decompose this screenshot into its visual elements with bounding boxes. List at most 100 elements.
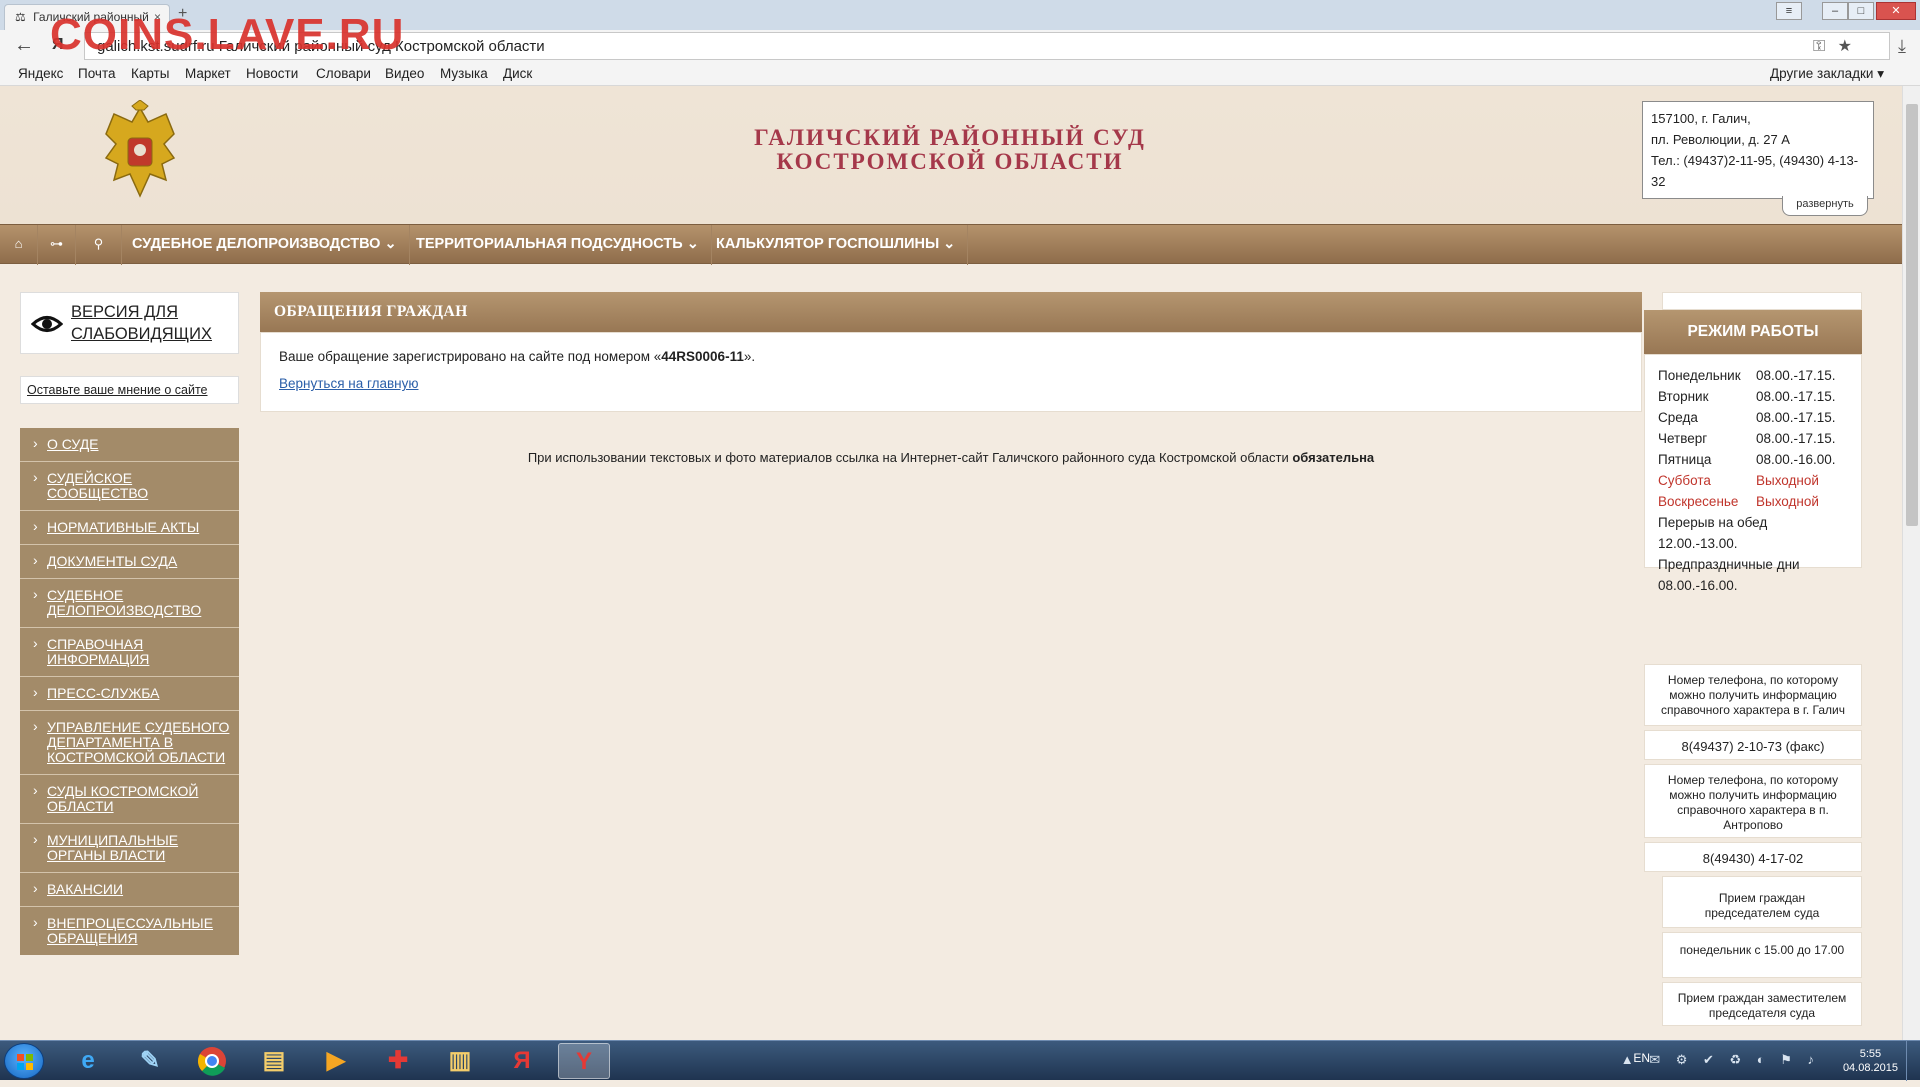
- schedule-hours: 08.00.-16.00.: [1756, 452, 1836, 467]
- sidebar-item-proceedings[interactable]: Судебное делопроизводство: [20, 578, 239, 627]
- schedule-hours: Выходной: [1756, 473, 1819, 488]
- preholiday-hours: 08.00.-16.00.: [1658, 578, 1738, 593]
- sidebar-item-municipal[interactable]: Муниципальные органы власти: [20, 823, 239, 872]
- system-clock[interactable]: 5:55 04.08.2015: [1843, 1047, 1898, 1075]
- watermark-text: COINS.LAVE.RU: [50, 10, 405, 59]
- copyright-bold: обязательна: [1292, 450, 1375, 465]
- sidebar-item-documents[interactable]: Документы суда: [20, 544, 239, 578]
- yandex-browser-icon[interactable]: Y: [558, 1043, 610, 1079]
- nav-court-proceedings[interactable]: СУДЕБНОЕ ДЕЛОПРОИЗВОДСТВО ⌄: [120, 225, 410, 265]
- star-bookmark-icon[interactable]: ★: [1838, 38, 1852, 55]
- bookmark-mail[interactable]: Почта: [78, 66, 116, 81]
- schedule-hours: 08.00.-17.15.: [1756, 410, 1836, 425]
- schedule-day: Пятница: [1658, 452, 1712, 467]
- phone-antropovo-label: Номер телефона, по которому можно получи…: [1644, 764, 1862, 838]
- bookmark-dictionaries[interactable]: Словари: [316, 66, 371, 81]
- clock-date: 04.08.2015: [1842, 1062, 1898, 1074]
- address-line1: 157100, г. Галич,: [1651, 111, 1751, 126]
- schedule-heading: РЕЖИМ РАБОТЫ: [1644, 310, 1862, 354]
- scrollbar-thumb[interactable]: [1906, 104, 1918, 526]
- schedule-day: Среда: [1658, 410, 1698, 425]
- bookmark-maps[interactable]: Карты: [131, 66, 169, 81]
- bookmark-disk[interactable]: Диск: [503, 66, 532, 81]
- schedule-row: Вторник 08.00.-17.15.: [1658, 386, 1861, 407]
- back-to-home-link[interactable]: Вернуться на главную: [279, 376, 1623, 391]
- reception-chairman: Прием граждан председателем суда: [1662, 876, 1862, 928]
- court-title-line2: КОСТРОМСКОЙ ОБЛАСТИ: [776, 149, 1124, 174]
- right-column-top: [1662, 292, 1862, 310]
- expand-address-button[interactable]: развернуть: [1782, 196, 1868, 216]
- schedule-row: Понедельник 08.00.-17.15.: [1658, 365, 1861, 386]
- nav-territorial-jurisdiction[interactable]: ТЕРРИТОРИАЛЬНАЯ ПОДСУДНОСТЬ ⌄: [404, 225, 712, 265]
- bookmark-yandex[interactable]: Яндекс: [18, 66, 63, 81]
- page-title: ОБРАЩЕНИЯ ГРАЖДАН: [260, 292, 1642, 332]
- sidebar-item-vacancies[interactable]: Вакансии: [20, 872, 239, 906]
- sidebar-item-regional-courts[interactable]: Суды Костромской области: [20, 774, 239, 823]
- sidebar-item-reference[interactable]: Справочная информация: [20, 627, 239, 676]
- bookmark-news[interactable]: Новости: [246, 66, 298, 81]
- search-icon[interactable]: ⚲: [76, 225, 122, 265]
- file-explorer-icon[interactable]: ▤: [248, 1043, 300, 1079]
- schedule-day: Суббота: [1658, 473, 1711, 488]
- other-bookmarks[interactable]: Другие закладки ▾: [1770, 66, 1884, 82]
- close-window-button[interactable]: ✕: [1876, 2, 1916, 20]
- schedule-hours: 08.00.-17.15.: [1756, 368, 1836, 383]
- media-player-icon[interactable]: ▶: [310, 1043, 362, 1079]
- sidebar-item-press[interactable]: Пресс-служба: [20, 676, 239, 710]
- minimize-button[interactable]: –: [1822, 2, 1848, 20]
- internet-explorer-icon[interactable]: e: [62, 1043, 114, 1079]
- nav-fee-calculator[interactable]: КАЛЬКУЛЯТОР ГОСПОШЛИНЫ ⌄: [704, 225, 969, 265]
- system-tray-icons[interactable]: ▲ ✉ ⚙ ✔ ♻ ◐ ⚑ ♪: [1621, 1052, 1820, 1068]
- web-page: ГАЛИЧСКИЙ РАЙОННЫЙ СУД КОСТРОМСКОЙ ОБЛАС…: [0, 86, 1902, 1040]
- lunch-label: Перерыв на обед: [1658, 515, 1768, 530]
- folder-icon[interactable]: ▥: [434, 1043, 486, 1079]
- schedule-day: Четверг: [1658, 431, 1708, 446]
- court-title-line1: ГАЛИЧСКИЙ РАЙОННЫЙ СУД: [754, 125, 1146, 150]
- app-red-icon[interactable]: ✚: [372, 1043, 424, 1079]
- schedule-row-dayoff: Воскресенье Выходной: [1658, 491, 1861, 512]
- browser-menu-button[interactable]: ≡: [1776, 2, 1802, 20]
- windows-logo-icon: [17, 1054, 33, 1070]
- paint-icon[interactable]: ✎: [124, 1043, 176, 1079]
- yandex-icon[interactable]: Я: [496, 1043, 548, 1079]
- page-scrollbar[interactable]: [1902, 86, 1920, 1040]
- schedule-hours: Выходной: [1756, 494, 1819, 509]
- sitemap-icon[interactable]: ⊶: [38, 225, 76, 265]
- low-vision-version-button[interactable]: ВЕРСИЯ ДЛЯ СЛАБОВИДЯЩИХ: [20, 292, 239, 354]
- gavel-icon: ⚖: [15, 10, 26, 24]
- main-navbar: ⌂ ⊶ ⚲ СУДЕБНОЕ ДЕЛОПРОИЗВОДСТВО ⌄ ТЕРРИТ…: [0, 224, 1902, 265]
- bookmark-video[interactable]: Видео: [385, 66, 424, 81]
- sidebar-item-about[interactable]: О суде: [20, 428, 239, 461]
- sidebar-item-laws[interactable]: Нормативные акты: [20, 510, 239, 544]
- sidebar-item-judges[interactable]: Судейское сообщество: [20, 461, 239, 510]
- reception-chairman-time: понедельник с 15.00 до 17.00: [1662, 932, 1862, 978]
- bookmarks-bar: Яндекс Почта Карты Маркет Новости Словар…: [0, 64, 1920, 86]
- court-title: ГАЛИЧСКИЙ РАЙОННЫЙ СУД КОСТРОМСКОЙ ОБЛАС…: [650, 126, 1250, 174]
- maximize-button[interactable]: □: [1848, 2, 1874, 20]
- bookmark-market[interactable]: Маркет: [185, 66, 231, 81]
- start-button[interactable]: [4, 1043, 44, 1079]
- show-desktop-button[interactable]: [1906, 1041, 1920, 1081]
- windows-taskbar: e ✎ ▤ ▶ ✚ ▥ Я Y EN ▲ ✉ ⚙ ✔ ♻ ◐ ⚑ ♪ 5:55 …: [0, 1040, 1920, 1081]
- coat-of-arms-icon: [104, 100, 176, 198]
- feedback-link[interactable]: Оставьте ваше мнение о сайте: [20, 376, 239, 404]
- copyright-text: При использовании текстовых и фото матер…: [527, 450, 1293, 465]
- lunch-hours: 12.00.-13.00.: [1658, 536, 1738, 551]
- home-icon[interactable]: ⌂: [0, 225, 38, 265]
- bookmark-music[interactable]: Музыка: [440, 66, 488, 81]
- address-box: 157100, г. Галич, пл. Революции, д. 27 А…: [1642, 101, 1874, 199]
- schedule-day: Воскресенье: [1658, 494, 1739, 509]
- preholiday-label: Предпраздничные дни: [1658, 557, 1800, 572]
- message-text-after: ».: [743, 349, 756, 364]
- sidebar-item-extraprocedural[interactable]: Внепроцессуальные обращения: [20, 906, 239, 955]
- download-icon[interactable]: ⤓: [1898, 36, 1906, 57]
- back-arrow-icon[interactable]: ←: [14, 34, 34, 57]
- address-line2: пл. Революции, д. 27 А: [1651, 132, 1790, 147]
- chrome-icon[interactable]: [186, 1043, 238, 1079]
- eye-icon: [31, 316, 63, 332]
- url-actions: ⚿ ★: [1805, 36, 1852, 56]
- sidebar-item-department[interactable]: Управление Судебного департамента в Кост…: [20, 710, 239, 774]
- copyright-notice: При использовании текстовых и фото матер…: [260, 450, 1642, 465]
- key-icon[interactable]: ⚿: [1813, 38, 1825, 55]
- message-text-before: Ваше обращение зарегистрировано на сайте…: [279, 349, 662, 364]
